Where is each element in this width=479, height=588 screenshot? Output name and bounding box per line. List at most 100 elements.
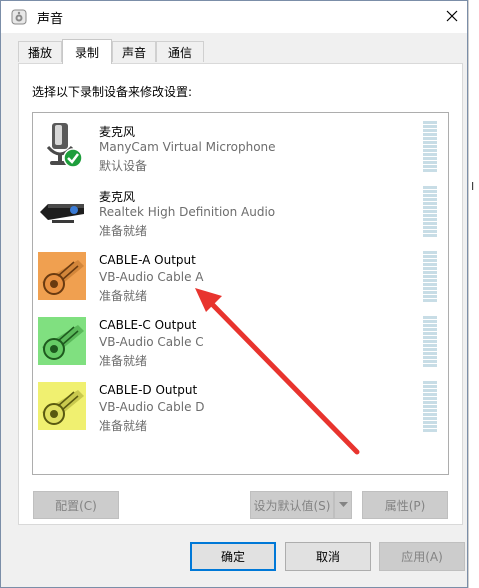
level-meter-segment	[423, 324, 437, 327]
instruction-text: 选择以下录制设备来修改设置:	[32, 85, 193, 99]
tab-playback[interactable]: 播放	[18, 41, 62, 62]
cable-connector-icon	[38, 252, 86, 300]
close-icon	[446, 10, 458, 22]
device-name: 麦克风	[99, 190, 136, 204]
device-status: 准备就绪	[99, 289, 148, 303]
device-item[interactable]: CABLE-A Output VB-Audio Cable A 准备就绪	[33, 243, 448, 308]
level-meter-segment	[423, 429, 437, 432]
device-name: CABLE-A Output	[99, 253, 196, 267]
level-meter-segment	[423, 405, 437, 408]
level-meter-segment	[423, 413, 437, 416]
level-meter-segment	[423, 121, 437, 124]
level-meter-segment	[423, 328, 437, 331]
level-meter-segment	[423, 218, 437, 221]
level-meter-segment	[423, 222, 437, 225]
cable-connector-icon	[38, 382, 86, 430]
apply-button[interactable]: 应用(A)	[379, 542, 465, 571]
device-item[interactable]: 麦克风 ManyCam Virtual Microphone 默认设备	[33, 113, 448, 178]
level-meter-segment	[423, 385, 437, 388]
level-meter-segment	[423, 129, 437, 132]
device-item[interactable]: CABLE-D Output VB-Audio Cable D 准备就绪	[33, 373, 448, 438]
properties-button[interactable]: 属性(P)	[362, 491, 448, 519]
tab-communications[interactable]: 通信	[156, 41, 204, 62]
device-description: VB-Audio Cable A	[99, 270, 204, 284]
level-meter-segment	[423, 316, 437, 319]
level-meter-segment	[423, 417, 437, 420]
level-meter-segment	[423, 271, 437, 274]
level-meter-segment	[423, 169, 437, 172]
device-name: CABLE-D Output	[99, 383, 198, 397]
level-meter-segment	[423, 141, 437, 144]
set-default-button[interactable]: 设为默认值(S)	[250, 491, 334, 519]
device-name: CABLE-C Output	[99, 318, 197, 332]
set-default-split-button[interactable]: 设为默认值(S)	[250, 491, 352, 519]
level-meter-segment	[423, 320, 437, 323]
set-default-dropdown[interactable]	[334, 491, 352, 519]
level-meter-segment	[423, 364, 437, 367]
level-meter-segment	[423, 295, 437, 298]
level-meter-segment	[423, 397, 437, 400]
level-meter-segment	[423, 133, 437, 136]
level-meter-segment	[423, 190, 437, 193]
tab-sounds[interactable]: 声音	[112, 41, 156, 62]
chevron-down-icon	[338, 502, 348, 507]
level-meter-segment	[423, 283, 437, 286]
level-meter-segment	[423, 360, 437, 363]
level-meter-segment	[423, 234, 437, 237]
title-bar: 声音	[1, 1, 467, 33]
device-description: VB-Audio Cable C	[99, 335, 204, 349]
device-description: Realtek High Definition Audio	[99, 205, 276, 219]
level-meter-segment	[423, 165, 437, 168]
level-meter-segment	[423, 198, 437, 201]
close-button[interactable]	[437, 1, 467, 31]
level-meter-segment	[423, 194, 437, 197]
level-meter-segment	[423, 425, 437, 428]
level-meter-segment	[423, 336, 437, 339]
level-meter-segment	[423, 287, 437, 290]
ok-button[interactable]: 确定	[190, 542, 276, 571]
recording-device-list[interactable]: 麦克风 ManyCam Virtual Microphone 默认设备 麦克风 …	[32, 112, 449, 475]
level-meter-segment	[423, 153, 437, 156]
device-item[interactable]: CABLE-C Output VB-Audio Cable C 准备就绪	[33, 308, 448, 373]
device-item[interactable]: 麦克风 Realtek High Definition Audio 准备就绪	[33, 178, 448, 243]
device-status: 默认设备	[99, 159, 148, 173]
level-meter	[423, 316, 437, 370]
level-meter-segment	[423, 348, 437, 351]
level-meter-segment	[423, 226, 437, 229]
level-meter	[423, 121, 437, 175]
device-status: 准备就绪	[99, 419, 148, 433]
level-meter-segment	[423, 409, 437, 412]
tab-recording[interactable]: 录制	[62, 39, 112, 64]
cable-connector-icon	[38, 317, 86, 365]
level-meter-segment	[423, 145, 437, 148]
level-meter-segment	[423, 340, 437, 343]
level-meter-segment	[423, 356, 437, 359]
level-meter	[423, 186, 437, 240]
level-meter-segment	[423, 214, 437, 217]
level-meter-segment	[423, 149, 437, 152]
level-meter	[423, 381, 437, 435]
device-status: 准备就绪	[99, 354, 148, 368]
level-meter-segment	[423, 186, 437, 189]
level-meter-segment	[423, 344, 437, 347]
level-meter-segment	[423, 230, 437, 233]
level-meter-segment	[423, 206, 437, 209]
level-meter-segment	[423, 267, 437, 270]
background-glyph: I	[471, 180, 475, 193]
cancel-button[interactable]: 取消	[285, 542, 371, 571]
device-description: ManyCam Virtual Microphone	[99, 140, 276, 154]
background-window	[468, 0, 479, 588]
level-meter-segment	[423, 421, 437, 424]
level-meter-segment	[423, 299, 437, 302]
level-meter-segment	[423, 263, 437, 266]
window-title: 声音	[37, 12, 64, 27]
level-meter-segment	[423, 393, 437, 396]
level-meter-segment	[423, 381, 437, 384]
speaker-icon	[11, 9, 27, 25]
level-meter-segment	[423, 352, 437, 355]
level-meter-segment	[423, 401, 437, 404]
configure-button[interactable]: 配置(C)	[33, 491, 119, 519]
level-meter-segment	[423, 125, 437, 128]
microphone-icon	[46, 123, 83, 168]
level-meter-segment	[423, 332, 437, 335]
